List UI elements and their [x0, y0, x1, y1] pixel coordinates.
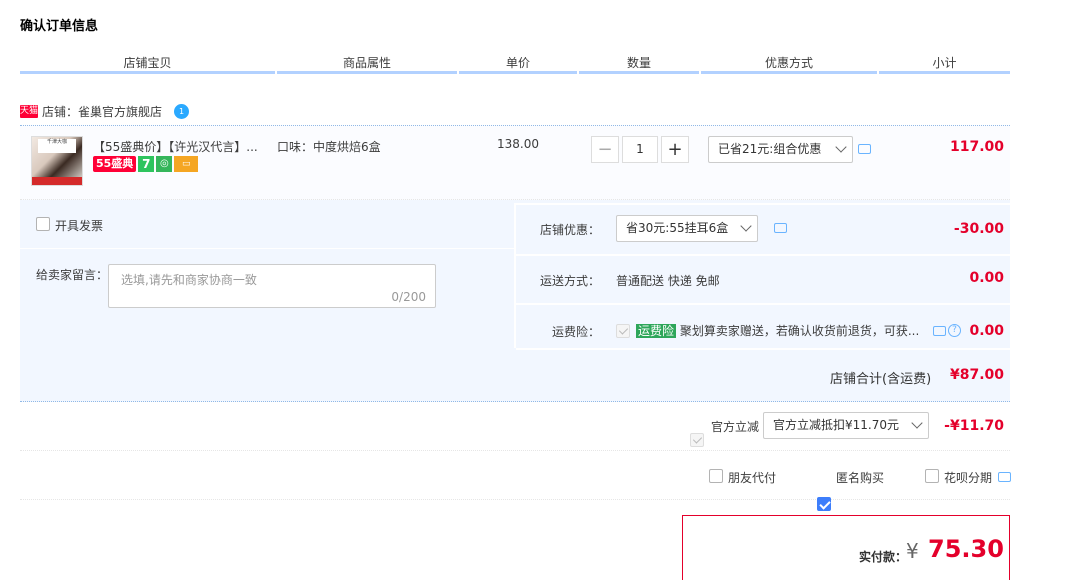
header-underline	[20, 71, 275, 74]
insurance-checkbox	[616, 324, 630, 338]
item-subtotal: 117.00	[949, 139, 1004, 155]
divider	[514, 203, 516, 348]
product-title[interactable]: 【55盛典价】【许光汉代言】...	[93, 138, 268, 155]
chat-bubble-icon[interactable]	[933, 326, 946, 336]
item-discount-select[interactable]: 已省21元:组合优惠	[708, 136, 853, 163]
quantity-input[interactable]: 1	[622, 136, 658, 163]
official-discount-checkbox	[690, 433, 704, 447]
product-attribute: 口味：中度烘焙6盒	[277, 140, 381, 154]
credit-card-icon: ▭	[174, 156, 199, 172]
product-thumbnail[interactable]: 千津大咖	[31, 136, 83, 186]
guarantee-icon: ◎	[156, 156, 173, 172]
shop-header: 天猫 店铺：雀巢官方旗舰店 1	[20, 103, 190, 120]
official-discount-label: 官方立减	[711, 420, 760, 434]
insurance-label: 运费险：	[552, 325, 601, 339]
divider	[516, 303, 1010, 305]
official-discount-value: 官方立减抵扣¥11.70元	[773, 418, 899, 432]
divider	[516, 203, 1010, 205]
divider	[516, 254, 1010, 256]
shop-name[interactable]: 店铺：雀巢官方旗舰店	[42, 103, 162, 120]
help-question-icon[interactable]: ?	[948, 324, 961, 337]
sale-festival-badge: 55盛典	[93, 156, 137, 172]
header-underline	[459, 71, 577, 74]
product-badges: 55盛典 7 ◎ ▭	[93, 156, 199, 172]
shipping-method: 普通配送 快递 免邮	[616, 274, 720, 288]
shop-discount-amount: -30.00	[953, 221, 1004, 237]
shop-discount-select[interactable]: 省30元:55挂耳6盒	[616, 215, 758, 242]
invoice-checkbox[interactable]	[36, 217, 50, 231]
thumbnail-text: 千津大咖	[38, 139, 76, 153]
thumbnail-banner	[32, 177, 82, 185]
shipping-label: 运送方式：	[540, 274, 601, 288]
anonymous-checkbox[interactable]	[817, 497, 831, 511]
page-title: 确认订单信息	[20, 19, 99, 34]
anonymous-label: 匿名购买	[836, 471, 885, 485]
header-underline	[277, 71, 457, 74]
memo-label: 给卖家留言：	[36, 268, 109, 282]
item-discount-value: 已省21元:组合优惠	[718, 142, 822, 156]
quantity-stepper: − 1 +	[591, 136, 689, 163]
chevron-down-icon	[740, 220, 752, 232]
insurance-text: 聚划算卖家赠送，若确认收货前退货，可获...	[679, 324, 920, 338]
tmall-icon: 天猫	[20, 105, 39, 118]
seller-memo-textarea[interactable]: 选填,请先和商家协商一致 0/200	[108, 264, 436, 308]
official-discount-select[interactable]: 官方立减抵扣¥11.70元	[763, 412, 929, 439]
insurance-tag: 运费险	[636, 324, 677, 338]
header-underline	[579, 71, 699, 74]
unit-price: 138.00	[497, 137, 539, 151]
quantity-increase-button[interactable]: +	[661, 136, 689, 163]
memo-placeholder: 选填,请先和商家协商一致	[121, 273, 257, 287]
memo-char-count: 0/200	[391, 290, 426, 304]
col-header-shop-item: 店铺宝贝	[123, 56, 172, 70]
shop-total-amount: ¥87.00	[949, 367, 1004, 383]
chat-bubble-icon[interactable]	[998, 472, 1011, 482]
seven-day-return-icon: 7	[138, 156, 155, 172]
col-header-unit-price: 单价	[505, 56, 530, 70]
insurance-info: 运费险 聚划算卖家赠送，若确认收货前退货，可获...	[636, 322, 919, 339]
shipping-amount: 0.00	[969, 270, 1004, 286]
invoice-label: 开具发票	[55, 219, 104, 233]
friend-pay-label: 朋友代付	[728, 471, 777, 485]
divider	[20, 248, 514, 249]
payment-currency: ¥	[906, 539, 919, 563]
header-underline	[701, 71, 877, 74]
chevron-down-icon	[835, 141, 847, 153]
col-header-quantity: 数量	[626, 56, 651, 70]
official-discount-amount: -¥11.70	[944, 418, 1004, 434]
shop-total-label: 店铺合计(含运费)	[830, 372, 932, 387]
chat-bubble-icon[interactable]	[858, 144, 871, 154]
payment-amount: 75.30	[928, 535, 1004, 563]
insurance-amount: 0.00	[969, 323, 1004, 339]
col-header-attributes: 商品属性	[342, 56, 391, 70]
wangwang-chat-icon[interactable]: 1	[174, 104, 190, 119]
shop-discount-value: 省30元:55挂耳6盒	[626, 221, 729, 235]
payment-label: 实付款：	[859, 550, 908, 564]
friend-pay-checkbox[interactable]	[709, 469, 723, 483]
col-header-discount: 优惠方式	[764, 56, 813, 70]
huabei-label: 花呗分期	[944, 471, 993, 485]
chevron-down-icon	[911, 417, 923, 429]
header-underline	[879, 71, 1010, 74]
quantity-decrease-button[interactable]: −	[591, 136, 619, 163]
col-header-subtotal: 小计	[932, 56, 957, 70]
divider	[516, 348, 1010, 350]
huabei-checkbox[interactable]	[925, 469, 939, 483]
chat-bubble-icon[interactable]	[774, 223, 787, 233]
shop-discount-label: 店铺优惠：	[540, 223, 601, 237]
